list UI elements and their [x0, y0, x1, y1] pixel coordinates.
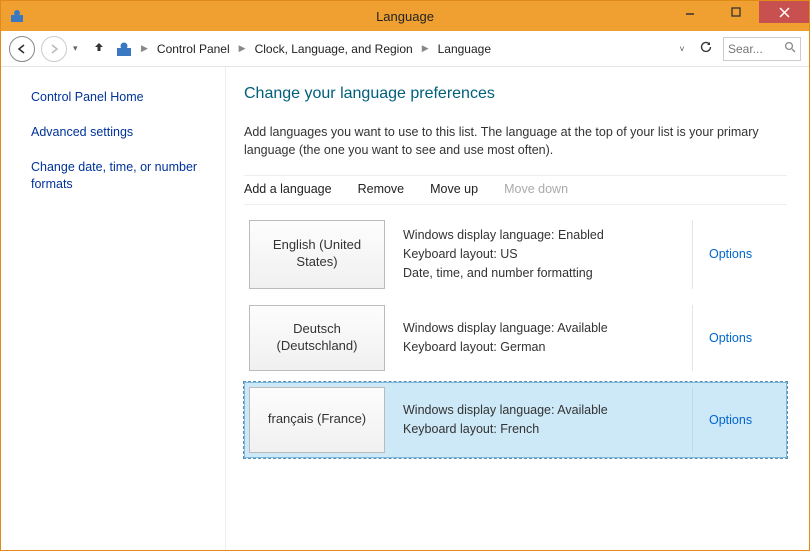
chevron-right-icon[interactable]: ▶: [141, 43, 148, 54]
search-input[interactable]: [728, 42, 778, 56]
page-title: Change your language preferences: [244, 85, 787, 103]
chevron-right-icon[interactable]: ▶: [422, 43, 429, 54]
page-description: Add languages you want to use to this li…: [244, 123, 787, 159]
language-tile[interactable]: Deutsch (Deutschland): [249, 305, 385, 371]
language-details: Windows display language: Available Keyb…: [385, 387, 692, 453]
breadcrumb[interactable]: ▶ Control Panel ▶ Clock, Language, and R…: [139, 40, 669, 58]
titlebar: Language: [1, 1, 809, 31]
detail-line: Keyboard layout: German: [403, 338, 686, 357]
control-panel-icon: [115, 40, 133, 58]
detail-line: Keyboard layout: US: [403, 245, 686, 264]
language-options-cell: Options: [692, 305, 782, 371]
minimize-button[interactable]: [667, 1, 713, 23]
detail-line: Windows display language: Enabled: [403, 226, 686, 245]
language-options-cell: Options: [692, 387, 782, 453]
language-details: Windows display language: Available Keyb…: [385, 305, 692, 371]
sidebar-item-datetime-formats[interactable]: Change date, time, or number formats: [31, 159, 215, 193]
refresh-button[interactable]: [695, 40, 717, 57]
app-icon: [9, 8, 25, 24]
language-row[interactable]: Deutsch (Deutschland) Windows display la…: [244, 300, 787, 376]
toolbar: Add a language Remove Move up Move down: [244, 175, 787, 205]
language-row[interactable]: français (France) Windows display langua…: [244, 382, 787, 458]
remove-button[interactable]: Remove: [358, 182, 405, 196]
language-details: Windows display language: Enabled Keyboa…: [385, 220, 692, 288]
search-icon[interactable]: [784, 41, 796, 56]
breadcrumb-item[interactable]: Clock, Language, and Region: [252, 40, 416, 58]
close-button[interactable]: [759, 1, 809, 23]
breadcrumb-item[interactable]: Control Panel: [154, 40, 233, 58]
maximize-button[interactable]: [713, 1, 759, 23]
sidebar-item-home[interactable]: Control Panel Home: [31, 89, 215, 106]
options-link[interactable]: Options: [709, 247, 752, 261]
detail-line: Windows display language: Available: [403, 319, 686, 338]
main: Control Panel Home Advanced settings Cha…: [1, 67, 809, 550]
navbar: ▾ ▶ Control Panel ▶ Clock, Language, and…: [1, 31, 809, 67]
detail-line: Keyboard layout: French: [403, 420, 686, 439]
add-language-button[interactable]: Add a language: [244, 182, 332, 196]
options-link[interactable]: Options: [709, 413, 752, 427]
move-down-button: Move down: [504, 182, 568, 196]
language-row[interactable]: English (United States) Windows display …: [244, 215, 787, 293]
move-up-button[interactable]: Move up: [430, 182, 478, 196]
up-button[interactable]: [89, 40, 109, 57]
detail-line: Date, time, and number formatting: [403, 264, 686, 283]
options-link[interactable]: Options: [709, 331, 752, 345]
language-list: English (United States) Windows display …: [244, 215, 787, 457]
language-tile[interactable]: français (France): [249, 387, 385, 453]
address-dropdown[interactable]: ˅: [675, 44, 689, 54]
window-controls: [667, 1, 809, 23]
content: Change your language preferences Add lan…: [226, 67, 809, 550]
forward-button[interactable]: [41, 36, 67, 62]
back-button[interactable]: [9, 36, 35, 62]
detail-line: Windows display language: Available: [403, 401, 686, 420]
search-box[interactable]: [723, 37, 801, 61]
sidebar-item-advanced[interactable]: Advanced settings: [31, 124, 215, 141]
recent-locations-dropdown[interactable]: ▾: [73, 43, 83, 54]
sidebar: Control Panel Home Advanced settings Cha…: [1, 67, 226, 550]
language-tile[interactable]: English (United States): [249, 220, 385, 288]
language-options-cell: Options: [692, 220, 782, 288]
chevron-right-icon[interactable]: ▶: [239, 43, 246, 54]
breadcrumb-item[interactable]: Language: [435, 40, 494, 58]
